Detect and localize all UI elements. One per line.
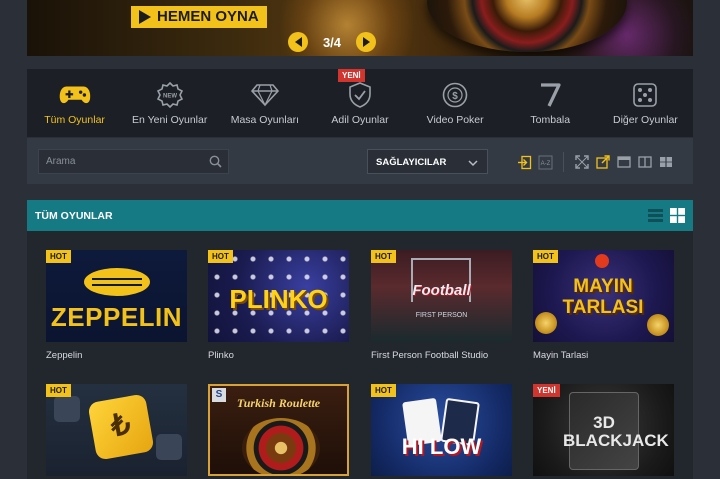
diamond-icon (249, 81, 281, 109)
toolbar-divider (563, 152, 564, 172)
game-thumbnail[interactable]: ZEPPELIN HOT (46, 250, 187, 342)
chevron-right-icon (362, 37, 370, 47)
hot-badge: HOT (371, 250, 396, 263)
category-all-games[interactable]: Tüm Oyunlar (27, 69, 122, 137)
game-thumbnail[interactable]: 3D BLACKJACK YENİ (533, 384, 674, 476)
game-logo: PLINKO (229, 284, 328, 314)
lira-die-icon: ₺ (87, 393, 155, 461)
category-label: Tombala (530, 114, 571, 126)
section-title: TÜM OYUNLAR (35, 210, 113, 222)
category-fair-games[interactable]: YENİ Adil Oyunlar (312, 69, 407, 137)
hot-badge: HOT (46, 384, 71, 397)
gamepad-icon (59, 81, 91, 109)
game-logo: Turkish Roulette (236, 396, 321, 410)
game-logo: MAYIN TARLASI (562, 276, 644, 318)
game-card[interactable]: Football FIRST PERSON HOT First Person F… (371, 250, 512, 361)
category-label: En Yeni Oyunlar (132, 114, 208, 126)
game-thumbnail[interactable]: Football FIRST PERSON HOT (371, 250, 512, 342)
game-name[interactable]: Mayin Tarlasi (533, 350, 674, 361)
game-card[interactable]: S Turkish Roulette (208, 384, 349, 476)
play-icon (139, 10, 151, 24)
roulette-wheel-image (242, 418, 320, 474)
svg-text:$: $ (452, 91, 458, 102)
category-label: Adil Oyunlar (331, 114, 389, 126)
background-die (156, 434, 182, 460)
category-nav: Tüm Oyunlar NEW En Yeni Oyunlar Masa Oyu… (27, 69, 693, 137)
provider-dropdown[interactable]: SAĞLAYICILAR (367, 149, 488, 174)
login-icon[interactable] (517, 155, 532, 170)
game-card[interactable]: ₺ HOT (46, 384, 187, 476)
next-slide-button[interactable] (356, 32, 376, 52)
chevron-left-icon (294, 37, 302, 47)
chevron-down-icon (467, 156, 479, 174)
view-tools: A-Z (517, 152, 673, 172)
hot-badge: HOT (208, 250, 233, 263)
quad-view-icon[interactable] (658, 155, 673, 170)
game-name[interactable]: Plinko (208, 350, 349, 361)
game-thumbnail[interactable]: HI LOW HOT (371, 384, 512, 476)
category-other-games[interactable]: Diğer Oyunlar (598, 69, 693, 137)
casino-page: HEMEN OYNA 3/4 Tüm Oyunlar NEW En Yeni O… (0, 0, 720, 479)
game-logo: ZEPPELIN (50, 302, 183, 332)
category-video-poker[interactable]: $ Video Poker (408, 69, 503, 137)
game-thumbnail[interactable]: MAYIN TARLASI HOT (533, 250, 674, 342)
shield-check-icon (344, 81, 376, 109)
game-thumbnail[interactable]: S Turkish Roulette (208, 384, 349, 476)
category-tombala[interactable]: Tombala (503, 69, 598, 137)
game-thumbnail[interactable]: ₺ HOT (46, 384, 187, 476)
game-card[interactable]: HI LOW HOT (371, 384, 512, 476)
search-input[interactable]: Arama (38, 149, 229, 174)
game-card[interactable]: ZEPPELIN HOT Zeppelin (46, 250, 187, 361)
external-link-icon[interactable] (595, 155, 610, 170)
new-badge: YENİ (533, 384, 560, 397)
slide-counter: 3/4 (322, 34, 342, 50)
banner-pager: 3/4 (288, 32, 376, 52)
fullscreen-icon[interactable] (574, 155, 589, 170)
category-label: Masa Oyunları (230, 114, 299, 126)
game-card[interactable]: 3D BLACKJACK YENİ (533, 384, 674, 476)
filter-bar: Arama SAĞLAYICILAR A-Z (27, 138, 693, 184)
play-now-button[interactable]: HEMEN OYNA (131, 6, 267, 28)
background-die (54, 396, 80, 422)
prev-slide-button[interactable] (288, 32, 308, 52)
all-games-header: TÜM OYUNLAR (27, 200, 693, 231)
hot-badge: HOT (46, 250, 71, 263)
category-label: Tüm Oyunlar (44, 114, 105, 126)
zeppelin-airship-icon (84, 268, 150, 296)
list-view-icon[interactable] (648, 208, 663, 223)
number-seven-icon (534, 81, 566, 109)
grid-view-icon[interactable] (670, 208, 685, 223)
game-name[interactable]: First Person Football Studio (371, 350, 512, 361)
dice-icon (629, 81, 661, 109)
poker-chip-icon: $ (439, 81, 471, 109)
hot-badge: HOT (533, 250, 558, 263)
category-label: Diğer Oyunlar (613, 114, 678, 126)
sort-az-icon[interactable]: A-Z (538, 155, 553, 170)
play-now-label: HEMEN OYNA (157, 8, 259, 25)
hot-badge: HOT (371, 384, 396, 397)
game-name[interactable]: Zeppelin (46, 350, 187, 361)
category-label: Video Poker (426, 114, 484, 126)
game-card[interactable]: MAYIN TARLASI HOT Mayin Tarlasi (533, 250, 674, 361)
category-newest-games[interactable]: NEW En Yeni Oyunlar (122, 69, 217, 137)
lira-symbol: ₺ (108, 407, 134, 444)
bomb-icon (595, 254, 609, 268)
game-logo: HI LOW (401, 434, 482, 459)
provider-label: SAĞLAYICILAR (376, 157, 447, 168)
category-table-games[interactable]: Masa Oyunları (217, 69, 312, 137)
svg-text:NEW: NEW (163, 94, 177, 100)
game-logo: Football (412, 282, 471, 299)
sort-az-label: A-Z (541, 161, 551, 167)
game-card[interactable]: PLINKO HOT Plinko (208, 250, 349, 361)
new-badge: YENİ (337, 69, 365, 82)
game-logo: 3D BLACKJACK (563, 413, 669, 450)
search-placeholder: Arama (46, 156, 76, 167)
search-icon (209, 155, 222, 173)
split-view-icon[interactable] (637, 155, 652, 170)
game-thumbnail[interactable]: PLINKO HOT (208, 250, 349, 342)
single-view-icon[interactable] (616, 155, 631, 170)
new-badge-icon: NEW (154, 81, 186, 109)
game-logo-subtitle: FIRST PERSON (415, 312, 468, 319)
